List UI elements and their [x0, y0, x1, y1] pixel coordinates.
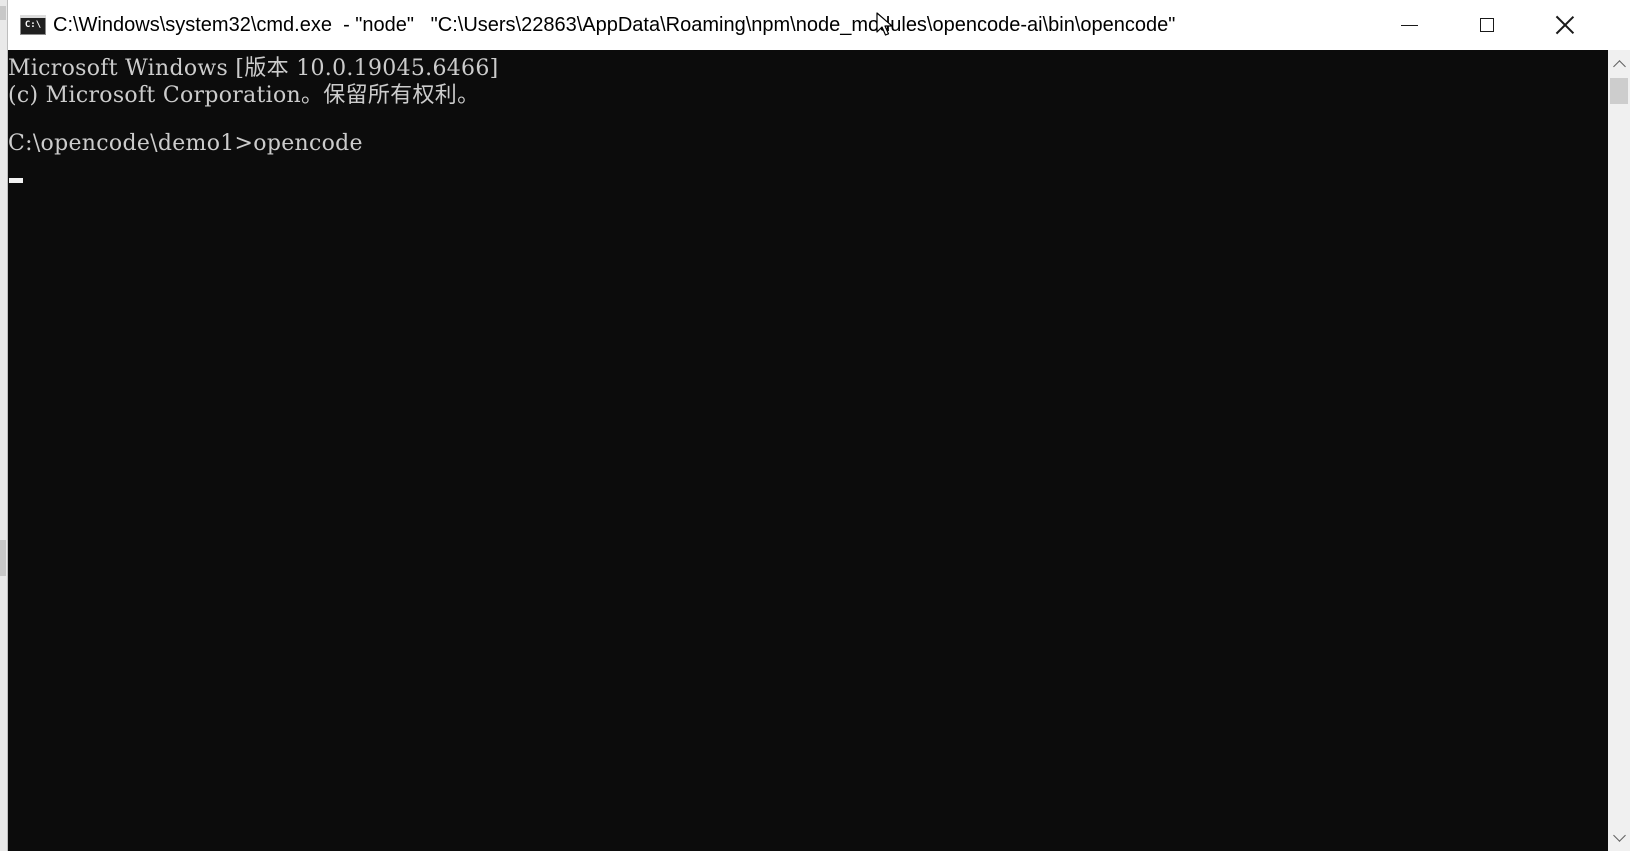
console-icon-bar [20, 15, 46, 18]
chevron-down-icon [1612, 828, 1626, 842]
scroll-down-button[interactable] [1608, 825, 1630, 849]
console-line: (c) Microsoft Corporation。保留所有权利。 [8, 83, 480, 108]
window-title: C:\Windows\system32\cmd.exe - "node" "C:… [53, 14, 1176, 36]
close-button[interactable] [1526, 0, 1604, 50]
text-cursor [9, 178, 23, 183]
console-output[interactable]: Microsoft Windows [版本 10.0.19045.6466] (… [8, 50, 1608, 851]
maximize-button[interactable] [1448, 0, 1526, 50]
scroll-up-button[interactable] [1608, 52, 1630, 76]
close-icon [1555, 15, 1575, 35]
chevron-up-icon [1612, 59, 1626, 73]
scrollbar-thumb[interactable] [1610, 78, 1628, 104]
command-prompt-line: C:\opencode\demo1>opencode [8, 131, 363, 156]
mouse-pointer-icon [876, 12, 893, 36]
maximize-icon [1480, 18, 1494, 32]
minimize-icon [1400, 24, 1418, 26]
cmd-window: C:\ C:\Windows\system32\cmd.exe - "node"… [0, 0, 1630, 851]
background-window-edge [0, 0, 8, 851]
minimize-button[interactable] [1370, 0, 1448, 50]
title-bar[interactable]: C:\ C:\Windows\system32\cmd.exe - "node"… [8, 0, 1630, 50]
console-icon: C:\ [20, 15, 46, 35]
vertical-scrollbar[interactable] [1608, 50, 1630, 851]
